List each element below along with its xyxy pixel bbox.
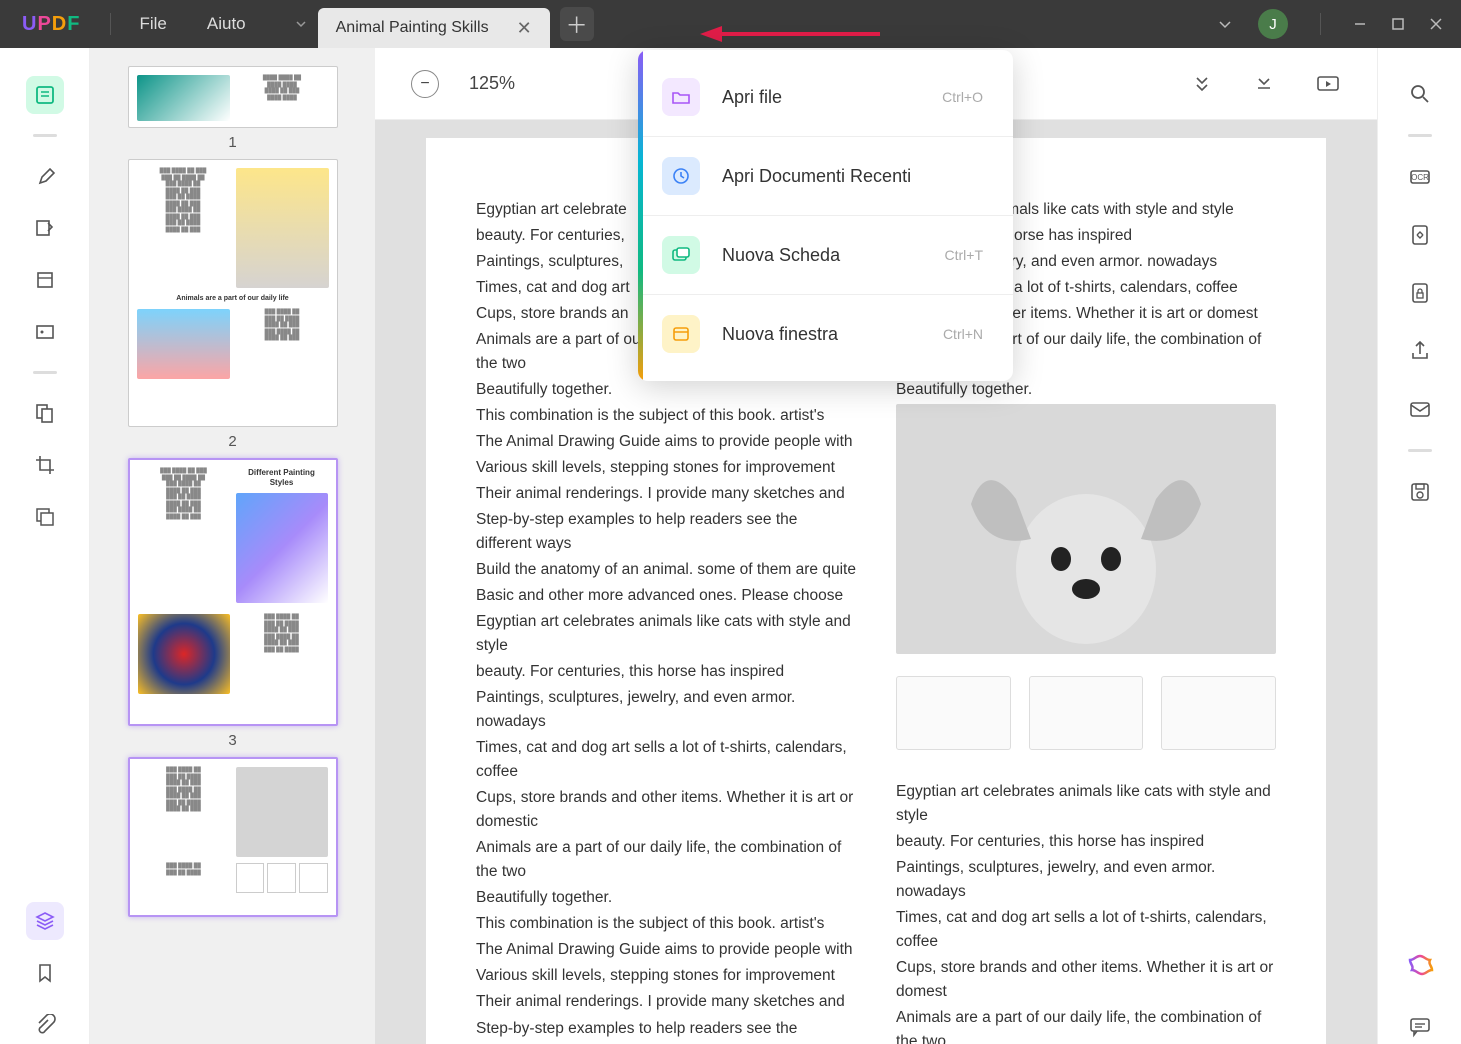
- email-icon[interactable]: [1402, 391, 1438, 427]
- tab-close-icon[interactable]: ✕: [517, 18, 532, 39]
- ai-assistant-icon[interactable]: [1402, 950, 1438, 986]
- layers-button[interactable]: [26, 902, 64, 940]
- user-avatar[interactable]: J: [1258, 9, 1288, 39]
- convert-icon[interactable]: [1402, 217, 1438, 253]
- bookmark-button[interactable]: [26, 954, 64, 992]
- svg-text:OCR: OCR: [1411, 173, 1429, 182]
- titlebar: UPDF File Aiuto Animal Painting Skills ✕…: [0, 0, 1461, 48]
- thumbnail-page-2[interactable]: ███ ████ ██ ██████ ██ ████ █████ ████ ██…: [128, 159, 338, 450]
- sketch-3: [1161, 676, 1276, 750]
- scroll-mode-icon[interactable]: [1191, 73, 1213, 95]
- app-logo: UPDF: [0, 13, 102, 36]
- thumbnail-page-1[interactable]: ████ ████ ██████ ████████ ██ ███████ ███…: [128, 66, 338, 151]
- form-button[interactable]: [26, 313, 64, 351]
- clock-icon: [662, 157, 700, 195]
- share-icon[interactable]: [1402, 333, 1438, 369]
- reader-mode-button[interactable]: [26, 76, 64, 114]
- attachment-button[interactable]: [26, 1006, 64, 1044]
- document-tab[interactable]: Animal Painting Skills ✕: [318, 8, 550, 48]
- page-tools-button[interactable]: [26, 261, 64, 299]
- presentation-icon[interactable]: [1315, 73, 1341, 95]
- zoom-out-button[interactable]: −: [411, 70, 439, 98]
- jump-bottom-icon[interactable]: [1253, 73, 1275, 95]
- save-icon[interactable]: [1402, 474, 1438, 510]
- sketch-1: [896, 676, 1011, 750]
- organize-pages-button[interactable]: [26, 394, 64, 432]
- window-new-icon: [662, 315, 700, 353]
- window-close[interactable]: [1429, 17, 1443, 31]
- annotate-button[interactable]: [26, 157, 64, 195]
- thumbnail-page-4[interactable]: ███ ████ █████ ██ ████████ ██ ██████ ███…: [128, 757, 338, 917]
- edit-text-button[interactable]: [26, 209, 64, 247]
- ocr-icon[interactable]: OCR: [1402, 159, 1438, 195]
- tab-new-icon: [662, 236, 700, 274]
- sketch-2: [1029, 676, 1144, 750]
- search-icon[interactable]: [1402, 76, 1438, 112]
- dropdown-item[interactable]: Apri file Ctrl+O: [638, 58, 1013, 137]
- comment-icon[interactable]: [1402, 1008, 1438, 1044]
- new-tab-button[interactable]: ＋: [560, 7, 594, 41]
- thumbnail-page-3[interactable]: ███ ████ ██ ██████ ██ ████ █████ ████ ██…: [128, 458, 338, 749]
- zoom-value: 125%: [469, 73, 515, 94]
- dropdown-item[interactable]: Apri Documenti Recenti: [638, 137, 1013, 216]
- thumbnail-panel[interactable]: ████ ████ ██████ ████████ ██ ███████ ███…: [90, 48, 375, 1044]
- right-sidebar: OCR: [1377, 48, 1461, 1044]
- dropdown-item[interactable]: Nuova Scheda Ctrl+T: [638, 216, 1013, 295]
- annotation-arrow: [700, 24, 880, 44]
- window-minimize[interactable]: [1353, 17, 1367, 31]
- dog-photo-placeholder: [896, 404, 1276, 654]
- tab-list-dropdown[interactable]: [284, 7, 318, 41]
- dropdown-item[interactable]: Nuova finestra Ctrl+N: [638, 295, 1013, 373]
- protect-icon[interactable]: [1402, 275, 1438, 311]
- tab-title: Animal Painting Skills: [336, 19, 489, 37]
- chevron-down-icon[interactable]: [1216, 15, 1234, 33]
- menu-help[interactable]: Aiuto: [187, 14, 266, 34]
- folder-open-icon: [662, 78, 700, 116]
- menu-file[interactable]: File: [119, 14, 186, 34]
- left-sidebar: [0, 48, 90, 1044]
- crop-button[interactable]: [26, 446, 64, 484]
- window-maximize[interactable]: [1391, 17, 1405, 31]
- watermark-button[interactable]: [26, 498, 64, 536]
- sketch-row: [896, 676, 1276, 750]
- new-tab-dropdown: Apri file Ctrl+O Apri Documenti Recenti …: [638, 50, 1013, 381]
